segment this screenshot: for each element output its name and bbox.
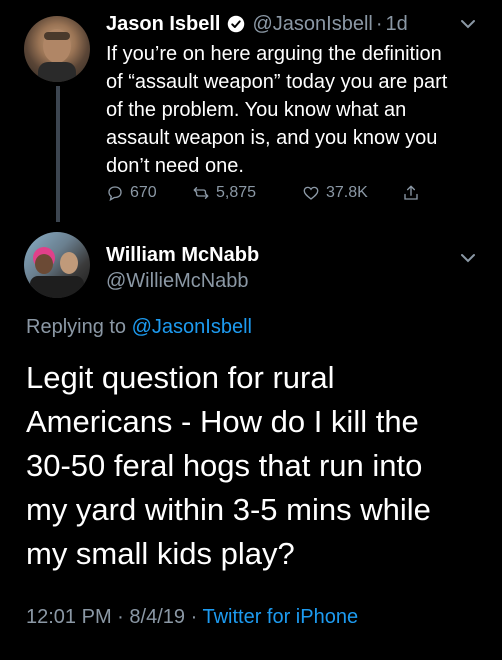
tweet1-timestamp[interactable]: 1d — [386, 13, 408, 36]
retweet-icon — [193, 187, 209, 199]
tweet2-text-line: Americans - How do I kill the — [26, 404, 419, 439]
reply-button[interactable]: 670 — [106, 184, 157, 202]
tweet1-action-bar: 670 5,875 37.8K — [106, 184, 436, 206]
tweet1-text-line: of the problem. You know what an — [106, 99, 407, 121]
retweet-button[interactable]: 5,875 — [192, 184, 256, 202]
like-count: 37.8K — [326, 184, 368, 201]
replying-to-label: Replying to — [26, 316, 127, 338]
chevron-down-icon[interactable] — [458, 248, 478, 268]
william-mcnabb-avatar[interactable] — [24, 232, 90, 298]
tweet1-text-line: of “assault weapon” today you are part — [106, 71, 448, 93]
meta-separator: · — [190, 606, 198, 628]
tweet2-source-link[interactable]: Twitter for iPhone — [202, 606, 358, 628]
tweet1-handle[interactable]: @JasonIsbell — [253, 13, 373, 36]
share-button[interactable] — [402, 184, 420, 202]
tweet1-author-name[interactable]: Jason Isbell — [106, 13, 221, 36]
reply-count: 670 — [130, 184, 157, 201]
tweet1-text: If you’re on here arguing the definition… — [106, 40, 486, 180]
like-button[interactable]: 37.8K — [302, 184, 368, 202]
verified-badge-icon — [227, 15, 244, 33]
retweet-count: 5,875 — [216, 184, 257, 201]
tweet2-text-line: 30-50 feral hogs that run into — [26, 448, 423, 483]
tweet2-author-name[interactable]: William McNabb — [106, 244, 259, 267]
tweet2-text-line: Legit question for rural — [26, 360, 335, 395]
reply-icon — [108, 186, 122, 202]
avatar-photo-icon — [38, 29, 76, 82]
tweet2-metadata: 12:01 PM · 8/4/19 · Twitter for iPhone — [26, 606, 358, 629]
tweet2-text-line: my yard within 3-5 mins while — [26, 492, 431, 527]
meta-separator: · — [117, 606, 124, 628]
tweet2-text: Legit question for rural Americans - How… — [26, 356, 486, 576]
tweet2-handle[interactable]: @WillieMcNabb — [106, 270, 249, 293]
replying-to-handle-link[interactable]: @JasonIsbell — [132, 316, 252, 338]
thread-connector-line — [56, 86, 60, 222]
tweet1-text-line: assault weapon is, and you know you — [106, 127, 438, 149]
tweet1-text-line: If you’re on here arguing the definition — [106, 43, 442, 65]
chevron-down-icon[interactable] — [458, 14, 478, 34]
replying-to-line: Replying to @JasonIsbell — [26, 316, 252, 339]
tweet2-time[interactable]: 12:01 PM — [26, 606, 112, 628]
tweet1-header: Jason Isbell @JasonIsbell · 1d — [106, 12, 408, 36]
jason-isbell-avatar[interactable] — [24, 16, 90, 82]
tweet2-text-line: my small kids play? — [26, 536, 295, 571]
tweet1-dot-separator: · — [375, 12, 383, 35]
tweet2-date[interactable]: 8/4/19 — [129, 606, 185, 628]
tweet1-text-line: don’t need one. — [106, 155, 244, 177]
avatar-photo-icon — [30, 247, 84, 298]
share-icon — [404, 185, 418, 200]
like-icon — [303, 186, 319, 200]
